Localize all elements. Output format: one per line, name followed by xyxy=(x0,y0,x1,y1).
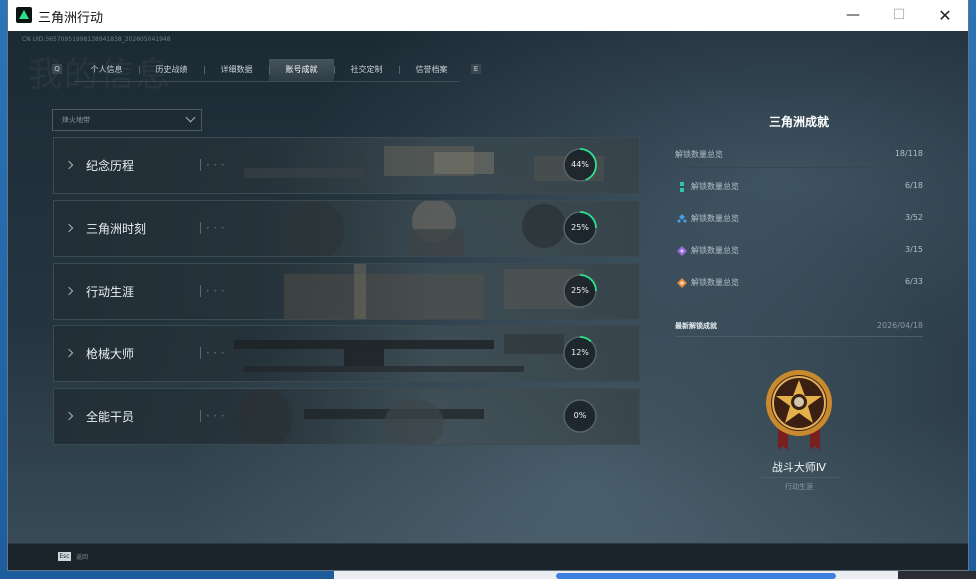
maximize-button[interactable]: ☐ xyxy=(876,0,922,31)
back-label[interactable]: 返回 xyxy=(76,552,88,561)
chevron-right-icon xyxy=(64,411,74,421)
taskbar-search[interactable] xyxy=(556,573,836,579)
medal-category: 行动生涯 xyxy=(785,483,813,491)
stat-count: 3/15 xyxy=(905,245,923,254)
progress-percent: 25% xyxy=(571,223,589,232)
card-title: 行动生涯 xyxy=(86,285,135,299)
chevron-right-icon xyxy=(64,348,74,358)
panel-title: 三角洲成就 xyxy=(768,115,829,129)
chevron-down-icon xyxy=(185,112,196,123)
category-card-operators[interactable]: 全能干员 • • • 0% xyxy=(53,388,640,445)
mode-dropdown[interactable]: 烽火地带 xyxy=(52,109,202,131)
taskbar-strip xyxy=(334,571,976,579)
tab-next-key[interactable]: E xyxy=(471,64,481,74)
progress-percent: 0% xyxy=(573,411,587,420)
category-card-weapons[interactable]: 枪械大师 • • • 12% xyxy=(53,325,640,382)
category-card-career[interactable]: 行动生涯 • • • 25% xyxy=(53,263,640,320)
tab-stats[interactable]: 详细数据 xyxy=(204,59,269,81)
title-bar[interactable]: 三角洲行动 — ☐ ✕ xyxy=(8,0,968,31)
teal-rank-icon xyxy=(680,182,684,192)
tab-social[interactable]: 社交定制 xyxy=(334,59,399,81)
app-logo-icon xyxy=(16,7,32,23)
stat-row-purple: 解锁数量总览 3/15 xyxy=(675,244,923,258)
card-divider xyxy=(200,159,201,171)
card-dots: • • • xyxy=(206,413,226,420)
summary-count: 18/118 xyxy=(894,149,923,158)
stat-count: 3/52 xyxy=(905,213,923,222)
stat-label: 解锁数量总览 xyxy=(691,278,739,287)
player-uid: CN UID:36570951998138941838_202605041948 xyxy=(22,36,171,43)
mode-dropdown-value: 烽火地带 xyxy=(62,116,90,124)
medal-name: 战斗大师Ⅳ xyxy=(771,461,827,474)
medal-divider xyxy=(759,477,839,478)
summary-divider xyxy=(675,167,923,168)
chevron-right-icon xyxy=(64,160,74,170)
tab-underline xyxy=(74,81,460,82)
card-dots: • • • xyxy=(206,225,226,232)
tab-reputation[interactable]: 信誉档案 xyxy=(399,59,464,81)
esc-key[interactable]: Esc xyxy=(58,552,71,561)
card-divider xyxy=(200,347,201,359)
progress-percent: 44% xyxy=(571,160,589,169)
summary-label: 解锁数量总览 xyxy=(675,150,723,159)
purple-rank-icon xyxy=(677,246,687,256)
progress-percent: 25% xyxy=(571,286,589,295)
app-window: 三角洲行动 — ☐ ✕ 我的信息 CN UID:3657095199813894… xyxy=(8,0,968,570)
latest-unlock-header: 最新解锁成就 2026/04/18 xyxy=(675,321,923,335)
footer-bar: Esc 返回 xyxy=(8,543,968,570)
window-title: 三角洲行动 xyxy=(38,11,104,26)
stat-label: 解锁数量总览 xyxy=(691,246,739,255)
tab-achievements[interactable]: 账号成就 xyxy=(269,59,334,82)
card-dots: • • • xyxy=(206,288,226,295)
latest-label: 最新解锁成就 xyxy=(675,322,717,330)
minimize-button[interactable]: — xyxy=(830,0,876,31)
chevron-right-icon xyxy=(64,286,74,296)
orange-rank-icon xyxy=(677,278,687,288)
unlock-summary: 解锁数量总览 18/118 xyxy=(675,149,923,163)
card-divider xyxy=(200,285,201,297)
latest-divider xyxy=(675,336,923,337)
card-dots: • • • xyxy=(206,350,226,357)
progress-percent: 12% xyxy=(571,348,589,357)
stat-row-orange: 解锁数量总览 6/33 xyxy=(675,276,923,290)
card-title: 纪念历程 xyxy=(86,159,135,173)
chevron-right-icon xyxy=(64,223,74,233)
card-title: 枪械大师 xyxy=(86,347,135,361)
latest-date: 2026/04/18 xyxy=(876,321,923,330)
stat-count: 6/18 xyxy=(905,181,923,190)
tab-history[interactable]: 历史战绩 xyxy=(139,59,204,81)
medal-badge-icon[interactable] xyxy=(764,368,834,452)
stat-label: 解锁数量总览 xyxy=(691,214,739,223)
card-divider xyxy=(200,222,201,234)
taskbar-tray xyxy=(898,571,976,579)
game-client: 我的信息 CN UID:36570951998138941838_2026050… xyxy=(8,31,968,570)
stat-label: 解锁数量总览 xyxy=(691,182,739,191)
card-divider xyxy=(200,410,201,422)
card-dots: • • • xyxy=(206,162,226,169)
card-title: 三角洲时刻 xyxy=(86,222,147,236)
blue-rank-icon xyxy=(677,214,687,223)
stat-count: 6/33 xyxy=(905,277,923,286)
stat-row-blue: 解锁数量总览 3/52 xyxy=(675,212,923,226)
category-card-moments[interactable]: 三角洲时刻 • • • 25% xyxy=(53,200,640,257)
tab-profile[interactable]: 个人信息 xyxy=(74,59,139,81)
tab-prev-key[interactable]: Q xyxy=(52,64,62,74)
tab-bar: 个人信息 历史战绩 详细数据 账号成就 社交定制 信誉档案 xyxy=(74,59,464,82)
close-button[interactable]: ✕ xyxy=(922,0,968,31)
category-card-memorial[interactable]: 纪念历程 • • • 44% xyxy=(53,137,640,194)
card-title: 全能干员 xyxy=(86,410,135,424)
stat-row-teal: 解锁数量总览 6/18 xyxy=(675,180,923,194)
